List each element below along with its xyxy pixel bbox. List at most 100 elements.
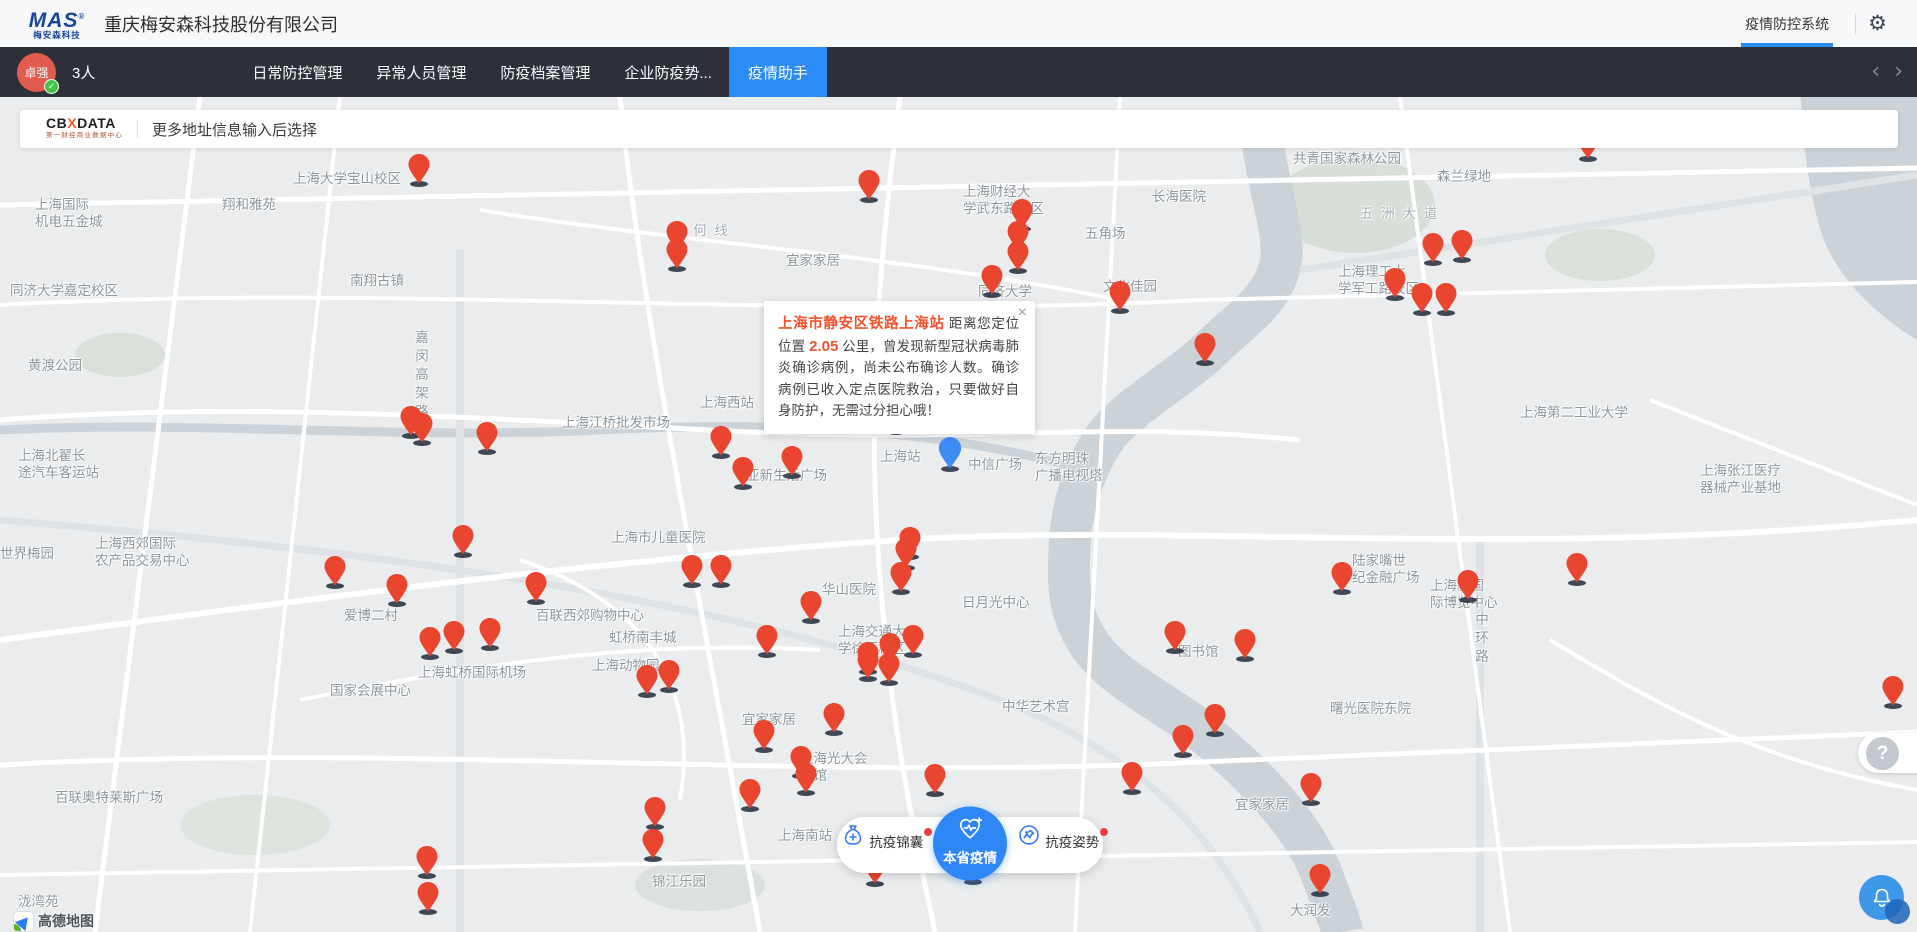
map-marker-red[interactable] <box>780 445 804 477</box>
map-label: 中环路 <box>1472 612 1489 668</box>
popup-close-icon[interactable]: × <box>1018 305 1027 321</box>
toolbar-label-active: 本省疫情 <box>933 847 1007 867</box>
map-label: 中华艺术宫 <box>1002 698 1070 715</box>
chevron-right-icon[interactable]: › <box>1894 62 1903 82</box>
map-marker-red[interactable] <box>755 624 779 656</box>
check-badge-icon: ✓ <box>44 79 59 94</box>
brand-subtext: 第一财经商业数据中心 <box>46 130 123 141</box>
button-anti-epidemic-kit[interactable]: 抗疫锦囊 <box>839 823 925 852</box>
map-marker-red[interactable] <box>1410 282 1434 314</box>
chevron-left-icon[interactable]: ‹ <box>1871 62 1880 82</box>
amap-logo-icon <box>14 912 33 931</box>
map-label: 上海西郊国际 农产品交易中心 <box>95 535 190 569</box>
gear-icon[interactable]: ⚙ <box>1868 11 1887 36</box>
logo-text: MAS <box>29 9 79 32</box>
map-marker-red[interactable] <box>1299 772 1323 804</box>
map-label: 虹桥南丰城 <box>609 629 677 646</box>
avatar[interactable]: 卓强 ✓ <box>17 53 56 92</box>
map-label: 世界梅园 <box>0 545 54 562</box>
map-marker-red[interactable] <box>923 763 947 795</box>
map-label: 宜家家居 <box>1235 796 1289 813</box>
map-marker-red[interactable] <box>451 524 475 556</box>
nav-items: 日常防控管理异常人员管理防疫档案管理企业防疫势...疫情助手 <box>235 47 827 97</box>
map-marker-red[interactable] <box>385 573 409 605</box>
map-marker-red[interactable] <box>794 762 818 794</box>
map-marker-red[interactable] <box>889 561 913 593</box>
map-marker-red[interactable] <box>1565 552 1589 584</box>
nav-item-link[interactable]: 防疫档案管理 <box>483 47 607 97</box>
button-province-epidemic[interactable]: 本省疫情 <box>933 807 1007 881</box>
map-marker-red[interactable] <box>643 796 667 828</box>
map-marker-red[interactable] <box>738 778 762 810</box>
map-marker-red[interactable] <box>1171 724 1195 756</box>
map-marker-red[interactable] <box>1421 232 1445 264</box>
map-label: 上海第二工业大学 <box>1520 404 1628 421</box>
cbndata-logo: CBXDATA 第一财经商业数据中心 <box>46 118 123 141</box>
map-marker-red[interactable] <box>410 412 434 444</box>
button-anti-epidemic-posture[interactable]: 抗疫姿势 <box>1015 823 1101 852</box>
map-marker-red[interactable] <box>709 554 733 586</box>
map-label: 国家会展中心 <box>330 682 411 699</box>
map-marker-red[interactable] <box>1450 229 1474 261</box>
cursor-highlight <box>1885 899 1910 924</box>
map-marker-red[interactable] <box>442 620 466 652</box>
map-label: 上海西站 <box>700 394 754 411</box>
map-marker-red[interactable] <box>635 664 659 696</box>
medical-bag-icon <box>841 823 865 847</box>
map-marker-red[interactable] <box>1203 703 1227 735</box>
map-marker-red[interactable] <box>752 719 776 751</box>
map-label: 爱博二村 <box>344 607 398 624</box>
help-button[interactable]: ? <box>1858 733 1917 773</box>
amap-attribution-text: 高德地图 <box>38 911 94 931</box>
nav-item-link[interactable]: 异常人员管理 <box>359 47 483 97</box>
map-marker-red[interactable] <box>641 828 665 860</box>
map-marker-red[interactable] <box>901 624 925 656</box>
map-marker-red[interactable] <box>1434 282 1458 314</box>
map-marker-red[interactable] <box>475 421 499 453</box>
map-marker-red[interactable] <box>415 845 439 877</box>
tab-epidemic-system[interactable]: 疫情防控系统 <box>1731 0 1843 47</box>
map-label: 五 洲 大 道 <box>1360 205 1439 222</box>
map-marker-red[interactable] <box>1330 561 1354 593</box>
map-label: 中信广场 <box>968 456 1022 473</box>
map-label: 上海虹桥国际机场 <box>418 664 526 681</box>
map-marker-red[interactable] <box>1193 332 1217 364</box>
map-marker-red[interactable] <box>731 456 755 488</box>
map-marker-red[interactable] <box>822 702 846 734</box>
popup-title: 上海市静安区铁路上海站 <box>778 316 945 332</box>
toolbar-label: 抗疫姿势 <box>1045 831 1099 851</box>
map-marker-red[interactable] <box>657 659 681 691</box>
map-label: 锦江乐园 <box>652 873 706 890</box>
map-marker-red[interactable] <box>665 238 689 270</box>
brand-cb: CB <box>46 115 67 131</box>
map-marker-red[interactable] <box>416 881 440 913</box>
map-marker-red[interactable] <box>1881 675 1905 707</box>
map-marker-red[interactable] <box>418 626 442 658</box>
brand-data: DATA <box>77 115 116 131</box>
map-marker-red[interactable] <box>524 571 548 603</box>
map-marker-red[interactable] <box>799 590 823 622</box>
map-marker-red[interactable] <box>1233 628 1257 660</box>
map-marker-red[interactable] <box>407 153 431 185</box>
map-marker-red[interactable] <box>1163 620 1187 652</box>
search-input[interactable]: 更多地址信息输入后选择 <box>152 119 1898 140</box>
map-label: 宜家家居 <box>786 252 840 269</box>
map-marker-red[interactable] <box>1308 863 1332 895</box>
map-marker-red[interactable] <box>857 169 881 201</box>
map-marker-red[interactable] <box>1383 267 1407 299</box>
map-marker-red[interactable] <box>680 554 704 586</box>
map-marker-red[interactable] <box>1456 569 1480 601</box>
address-search-bar[interactable]: CBXDATA 第一财经商业数据中心 更多地址信息输入后选择 <box>20 110 1898 148</box>
map-marker-red[interactable] <box>1108 280 1132 312</box>
map-marker-red[interactable] <box>1006 240 1030 272</box>
map-marker-red[interactable] <box>980 264 1004 296</box>
map-marker-red[interactable] <box>478 617 502 649</box>
map-marker-blue[interactable] <box>937 436 963 470</box>
nav-item-link[interactable]: 日常防控管理 <box>235 47 359 97</box>
nav-item-link[interactable]: 企业防疫势... <box>607 47 729 97</box>
map-marker-red[interactable] <box>1120 761 1144 793</box>
map-marker-red[interactable] <box>323 555 347 587</box>
map-marker-red[interactable] <box>877 652 901 684</box>
map-marker-red[interactable] <box>709 425 733 457</box>
nav-item-active[interactable]: 疫情助手 <box>729 47 827 97</box>
